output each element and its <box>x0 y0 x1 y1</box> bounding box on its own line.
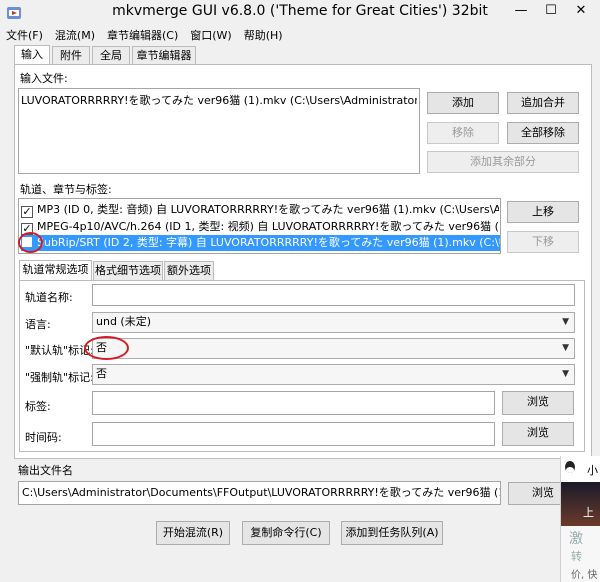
track-name-label: 轨道名称: <box>25 291 73 304</box>
remove-button[interactable]: 移除 <box>427 122 499 144</box>
input-files-list[interactable]: LUVORATORRRRRY!を歌ってみた ver96猫 (1).mkv (C:… <box>18 88 420 174</box>
tab-global[interactable]: 全局 <box>92 46 130 66</box>
track-row-audio[interactable]: ✓ MP3 (ID 0, 类型: 音频) 自 LUVORATORRRRRY!を歌っ… <box>21 202 499 218</box>
track-audio-checkbox[interactable]: ✓ <box>21 206 33 218</box>
language-value: und (未定) <box>96 315 152 328</box>
add-to-job-queue-button[interactable]: 添加到任务队列(A) <box>341 521 443 545</box>
popup-text-2: 转 <box>571 550 582 563</box>
append-button[interactable]: 追加合并 <box>507 92 579 114</box>
annotation-circle-checkbox <box>18 232 43 253</box>
forced-track-value: 否 <box>96 367 107 380</box>
close-button[interactable]: ✕ <box>570 2 592 20</box>
move-up-button[interactable]: 上移 <box>507 201 579 223</box>
chevron-down-icon: ▼ <box>562 369 569 379</box>
move-down-button[interactable]: 下移 <box>507 231 579 253</box>
menu-bar: 文件(F) 混流(M) 章节编辑器(C) 窗口(W) 帮助(H) <box>0 26 600 44</box>
track-name-input[interactable] <box>92 284 575 306</box>
tracks-label: 轨道、章节与标签: <box>20 183 112 196</box>
qq-icon <box>565 461 575 473</box>
input-files-label: 输入文件: <box>20 72 68 85</box>
popup-image: 上 <box>561 482 600 526</box>
forced-track-select[interactable]: 否 ▼ <box>92 364 575 385</box>
subtab-general[interactable]: 轨道常规选项 <box>19 260 92 281</box>
timecodes-input[interactable] <box>92 422 495 446</box>
popup-image-text: 上 <box>583 506 594 519</box>
output-filename-input[interactable]: C:\Users\Administrator\Documents\FFOutpu… <box>18 481 501 505</box>
track-video-text: MPEG-4p10/AVC/h.264 (ID 1, 类型: 视频) 自 LUV… <box>37 220 499 233</box>
popup-header: 小 <box>561 456 600 482</box>
track-audio-text: MP3 (ID 0, 类型: 音频) 自 LUVORATORRRRRY!を歌って… <box>37 203 499 216</box>
maximize-button[interactable]: ☐ <box>540 2 562 20</box>
chevron-down-icon: ▼ <box>562 343 569 353</box>
start-muxing-button[interactable]: 开始混流(R) <box>156 521 230 545</box>
tab-input[interactable]: 输入 <box>14 45 50 66</box>
tab-attachments[interactable]: 附件 <box>52 46 90 66</box>
tags-browse-button[interactable]: 浏览 <box>502 391 574 415</box>
add-button[interactable]: 添加 <box>427 92 499 114</box>
track-subtitle-text: SubRip/SRT (ID 2, 类型: 字幕) 自 LUVORATORRRR… <box>37 236 500 249</box>
language-select[interactable]: und (未定) ▼ <box>92 312 575 333</box>
tracks-list[interactable]: ✓ MP3 (ID 0, 类型: 音频) 自 LUVORATORRRRRY!を歌っ… <box>18 198 501 254</box>
add-other-parts-button[interactable]: 添加其余部分 <box>427 151 579 173</box>
tags-input[interactable] <box>92 391 495 415</box>
minimize-button[interactable]: — <box>510 2 532 20</box>
popup-title: 小 <box>587 464 598 477</box>
tags-label: 标签: <box>25 400 51 413</box>
menu-mux[interactable]: 混流(M) <box>49 26 101 44</box>
tab-chapter-editor[interactable]: 章节编辑器 <box>132 46 196 66</box>
subtab-format[interactable]: 格式细节选项 <box>93 261 163 281</box>
copy-command-line-button[interactable]: 复制命令行(C) <box>242 521 330 545</box>
menu-chapter-editor[interactable]: 章节编辑器(C) <box>101 26 184 44</box>
timecodes-browse-button[interactable]: 浏览 <box>502 422 574 446</box>
track-row-video[interactable]: ✓ MPEG-4p10/AVC/h.264 (ID 1, 类型: 视频) 自 LU… <box>21 219 499 235</box>
menu-help[interactable]: 帮助(H) <box>238 26 289 44</box>
menu-file[interactable]: 文件(F) <box>0 26 49 44</box>
chevron-down-icon: ▼ <box>562 317 569 327</box>
notification-popup[interactable]: 小 上 激 转 价, 快 <box>560 456 600 582</box>
popup-text-1: 激 <box>569 531 583 547</box>
forced-track-label: "强制轨"标记: <box>25 371 94 384</box>
popup-text-3: 价, 快 <box>571 570 598 581</box>
output-filename-label: 输出文件名 <box>18 464 73 477</box>
language-label: 语言: <box>25 318 51 331</box>
menu-window[interactable]: 窗口(W) <box>184 26 237 44</box>
default-track-select[interactable]: 否 ▼ <box>92 338 575 359</box>
subtab-extra[interactable]: 额外选项 <box>164 261 214 281</box>
timecodes-label: 时间码: <box>25 431 62 444</box>
title-bar: mkvmerge GUI v6.8.0 ('Theme for Great Ci… <box>0 0 600 26</box>
remove-all-button[interactable]: 全部移除 <box>507 122 579 144</box>
list-item[interactable]: LUVORATORRRRRY!を歌ってみた ver96猫 (1).mkv (C:… <box>21 93 417 109</box>
annotation-circle-default <box>84 336 129 360</box>
track-row-subtitle[interactable]: SubRip/SRT (ID 2, 类型: 字幕) 自 LUVORATORRRR… <box>21 235 500 251</box>
